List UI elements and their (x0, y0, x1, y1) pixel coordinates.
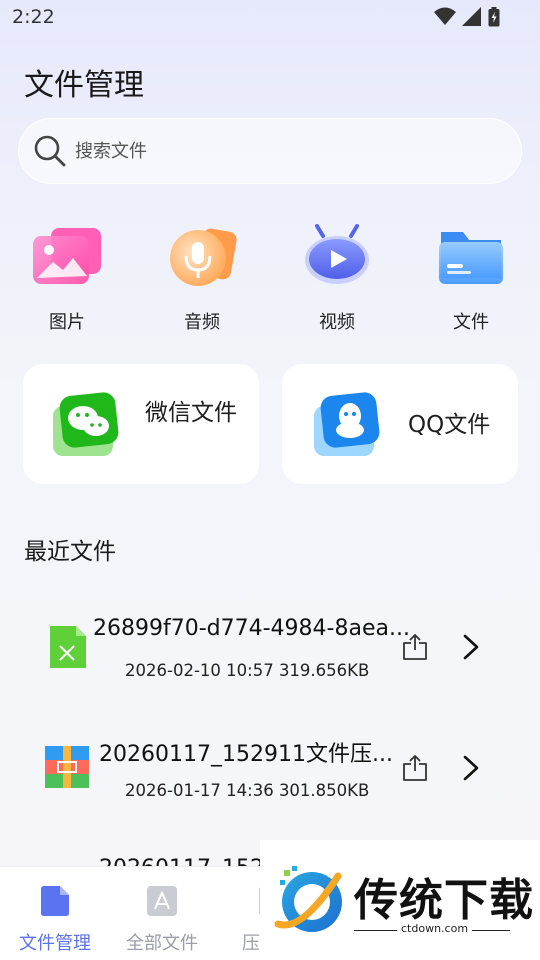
file-date: 2026-01-17 14:36 (125, 781, 274, 800)
wechat-files-card[interactable]: 微信文件 (23, 364, 259, 484)
file-size: 301.850KB (278, 781, 370, 800)
video-icon (305, 224, 369, 284)
category-video[interactable]: 视频 (287, 222, 387, 334)
microphone-icon (170, 228, 237, 286)
file-name: 20260117_152911文件压... (99, 742, 393, 767)
page-title: 文件管理 (24, 68, 144, 103)
watermark-url: ctdown.com (397, 922, 473, 935)
share-button[interactable] (402, 754, 428, 782)
watermark: 传统下载 ctdown.com (260, 840, 540, 960)
excel-file-icon (50, 626, 86, 668)
chevron-right-icon[interactable] (462, 754, 480, 782)
qq-icon (314, 392, 380, 456)
status-time: 2:22 (12, 6, 55, 28)
category-label: 图片 (49, 312, 85, 333)
qq-files-card[interactable]: QQ文件 (282, 364, 518, 484)
file-size: 319.656KB (278, 661, 370, 680)
file-name: 26899f70-d774-4984-8aea... (93, 616, 410, 641)
nav-label: 全部文件 (126, 933, 198, 954)
status-bar: 2:22 (0, 0, 540, 36)
search-bar[interactable] (18, 118, 522, 184)
category-label: 音频 (184, 312, 220, 333)
search-icon (34, 135, 66, 167)
nav-all-files[interactable]: 全部文件 (107, 885, 217, 955)
archive-file-icon (45, 746, 89, 788)
file-date: 2026-02-10 10:57 (125, 661, 274, 680)
watermark-text: 传统下载 (354, 875, 534, 926)
nav-label: 文件管理 (19, 933, 91, 954)
nav-file-manager[interactable]: 文件管理 (0, 885, 110, 955)
recent-files-title: 最近文件 (24, 539, 116, 565)
category-label: 文件 (453, 312, 489, 333)
card-label: QQ文件 (408, 412, 491, 438)
chevron-right-icon[interactable] (462, 633, 480, 661)
file-meta: 2026-01-17 14:36 301.850KB (125, 781, 369, 800)
list-item[interactable]: 20260117_152911文件压... 2026-01-17 14:36 3… (0, 720, 540, 820)
category-label: 视频 (319, 312, 355, 333)
file-meta: 2026-02-10 10:57 319.656KB (125, 661, 369, 680)
pdf-file-icon (147, 886, 177, 916)
search-input[interactable] (75, 140, 475, 162)
share-button[interactable] (402, 633, 428, 661)
card-label: 微信文件 (145, 400, 237, 426)
category-images[interactable]: 图片 (17, 222, 117, 334)
watermark-logo-icon (274, 866, 342, 932)
wifi-icon (434, 7, 456, 25)
battery-icon (488, 7, 500, 27)
wechat-icon (53, 392, 119, 456)
list-item[interactable]: 26899f70-d774-4984-8aea... 2026-02-10 10… (0, 600, 540, 700)
category-files[interactable]: 文件 (421, 222, 521, 334)
folder-icon (439, 232, 503, 284)
category-audio[interactable]: 音频 (152, 222, 252, 334)
signal-icon (462, 7, 481, 26)
file-manager-icon (41, 886, 69, 916)
image-icon (33, 228, 101, 284)
